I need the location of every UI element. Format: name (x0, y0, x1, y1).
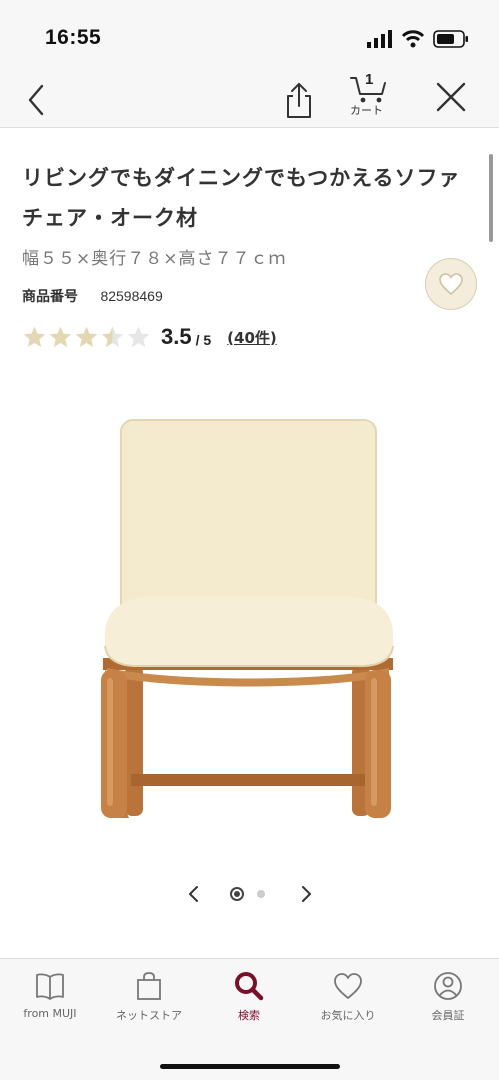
star-icon (101, 326, 124, 347)
tab-net-store[interactable]: ネットストア (99, 971, 199, 1031)
status-icons (367, 28, 469, 50)
member-icon (434, 972, 462, 1000)
product-image[interactable] (95, 410, 405, 830)
sofa-chair-image (101, 419, 394, 818)
cart-icon (350, 77, 386, 103)
product-title: リビングでもダイニングでもつかえるソファチェア・オーク材 (22, 166, 461, 230)
carousel-prev-button[interactable] (182, 882, 206, 906)
tab-label: ネットストア (116, 1009, 182, 1022)
share-button[interactable] (283, 80, 315, 120)
battery-icon (433, 30, 468, 48)
tab-search[interactable]: 検索 (199, 971, 299, 1031)
close-button[interactable] (434, 80, 468, 114)
book-icon (36, 973, 64, 1000)
chevron-left-icon (28, 84, 44, 116)
tab-member-card[interactable]: 会員証 (398, 971, 498, 1031)
star-icon (127, 326, 150, 347)
tab-bar: from MUJI ネットストア 検索 お気に入り 会員証 (0, 958, 499, 1080)
cart-button[interactable]: 1 カート (345, 71, 393, 122)
star-icon (49, 326, 72, 347)
chevron-left-icon (189, 886, 198, 902)
favorite-button[interactable] (425, 258, 477, 310)
review-count-link[interactable]: (40件) (227, 327, 277, 348)
rating-max: / 5 (195, 332, 212, 348)
heart-icon (334, 973, 362, 999)
chevron-right-icon (302, 886, 311, 902)
tab-favorites[interactable]: お気に入り (298, 971, 398, 1031)
product-size: 幅５５×奥行７８×高さ７７ｃｍ (22, 249, 287, 269)
tab-label: お気に入り (320, 1009, 376, 1022)
bag-icon (137, 972, 161, 1000)
product-number-label: 商品番号 (22, 289, 78, 305)
close-icon (436, 82, 466, 112)
tab-label: 検索 (238, 1009, 260, 1022)
tab-label: 会員証 (431, 1009, 465, 1022)
carousel-dot-active[interactable] (230, 887, 244, 901)
status-time: 16:55 (45, 26, 102, 49)
share-icon (287, 83, 311, 118)
heart-icon (439, 273, 463, 296)
search-icon (235, 972, 264, 1001)
tab-label: from MUJI (23, 1007, 77, 1020)
rating-row: 3.5 / 5 (40件) (22, 322, 277, 352)
tab-from-muji[interactable]: from MUJI (0, 971, 100, 1031)
wifi-icon (401, 30, 425, 48)
carousel-dot[interactable] (257, 890, 265, 898)
nav-bar: 1 カート (0, 71, 499, 128)
rating-stars (22, 325, 151, 350)
product-number: 商品番号 82598469 (22, 286, 163, 306)
home-indicator (160, 1064, 340, 1069)
product-number-value: 82598469 (100, 288, 163, 304)
image-carousel-controls (0, 876, 499, 912)
star-icon (75, 326, 98, 347)
back-button[interactable] (20, 78, 54, 118)
signal-icon (367, 30, 392, 48)
cart-label: カート (350, 104, 383, 117)
star-icon (23, 326, 46, 347)
status-bar: 16:55 (0, 0, 499, 72)
rating-value: 3.5 (161, 324, 192, 349)
carousel-next-button[interactable] (294, 882, 318, 906)
scroll-indicator[interactable] (489, 154, 493, 242)
